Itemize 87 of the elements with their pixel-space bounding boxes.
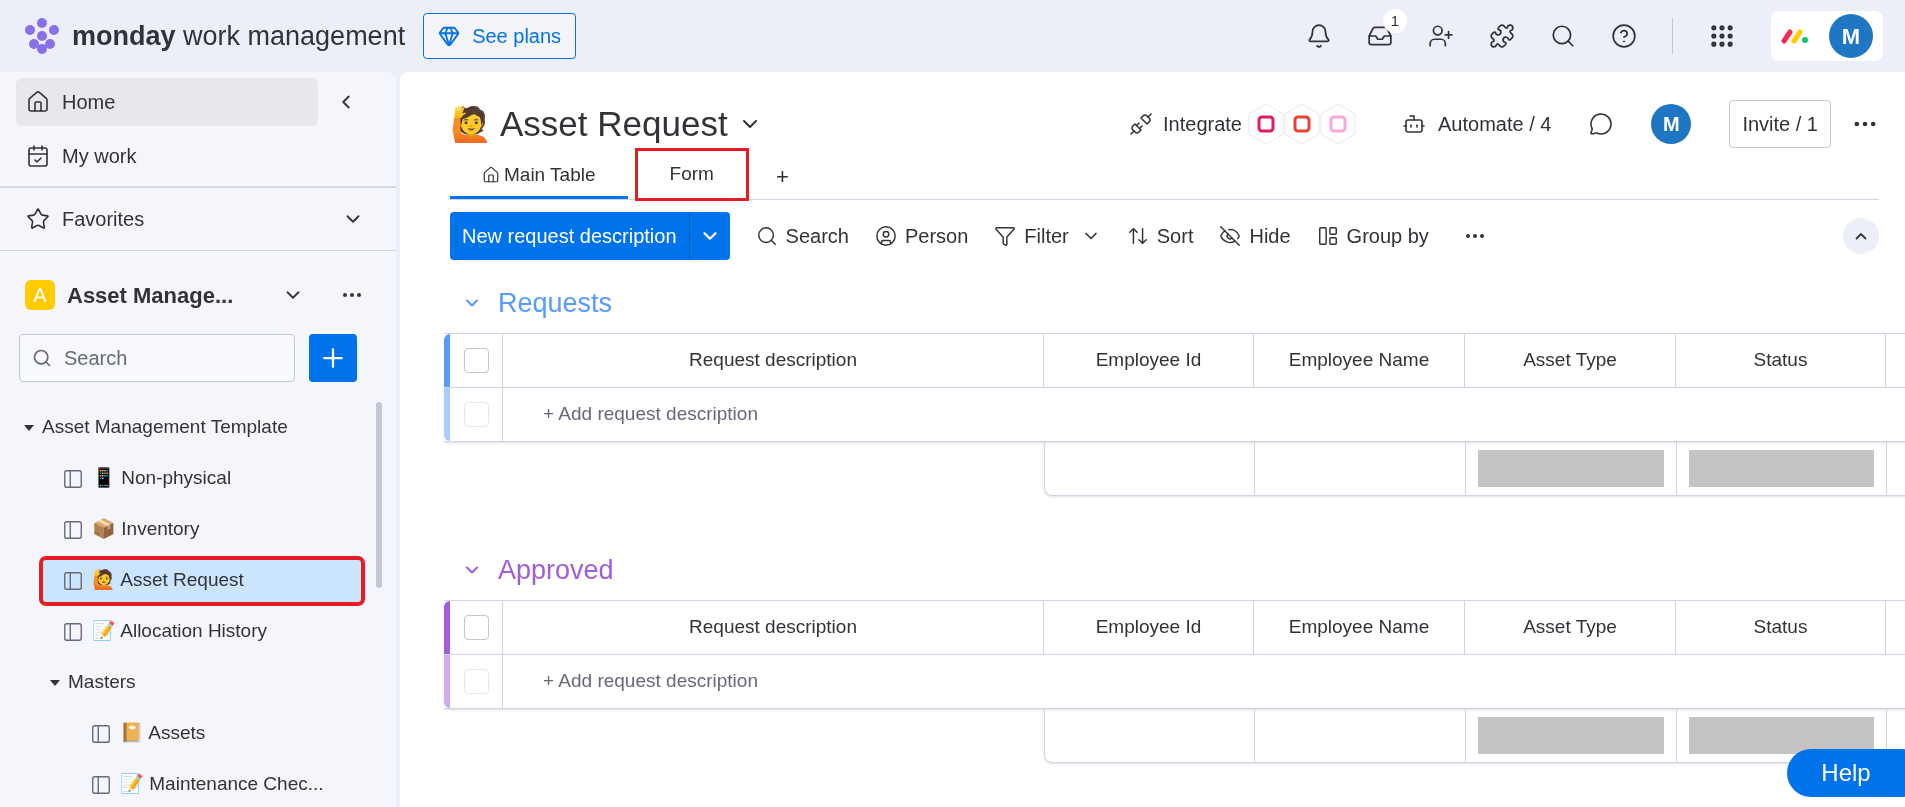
user-avatar[interactable]: M xyxy=(1651,104,1692,145)
column-header: Employee Name xyxy=(1254,601,1465,654)
search-icon xyxy=(32,348,52,369)
calendar-icon xyxy=(26,144,50,168)
search-icon[interactable] xyxy=(1550,23,1576,49)
search-icon xyxy=(755,225,778,248)
column-header: Status xyxy=(1676,601,1886,654)
eye-off-icon xyxy=(1219,225,1242,248)
favorites-label[interactable]: Favorites xyxy=(62,203,330,234)
nav-item[interactable]: My work xyxy=(16,132,318,180)
group-icon xyxy=(1316,225,1339,248)
checkbox[interactable] xyxy=(463,348,489,373)
board-item[interactable]: 📔 Assets xyxy=(70,711,362,756)
bell-icon[interactable] xyxy=(1306,23,1332,49)
puzzle-icon[interactable] xyxy=(1489,23,1515,49)
toolbar-button[interactable]: Group by xyxy=(1316,221,1429,252)
help-icon[interactable] xyxy=(1611,23,1637,49)
view-tab[interactable]: Main Table xyxy=(450,154,628,199)
column-header: Status xyxy=(1676,334,1886,387)
collapse-button[interactable] xyxy=(1843,218,1879,255)
brand-name: monday work management xyxy=(72,19,406,53)
toolbar-button[interactable]: Search xyxy=(755,221,849,252)
workspace-badge: A xyxy=(25,280,55,311)
nav-item[interactable]: Home xyxy=(16,78,318,126)
logo-icon[interactable] xyxy=(22,18,62,54)
board-icon xyxy=(90,773,112,796)
integrate-button[interactable]: Integrate xyxy=(1163,109,1242,140)
board-icon xyxy=(90,722,112,745)
app-icon xyxy=(1282,102,1322,147)
comment-icon[interactable] xyxy=(1589,112,1614,137)
folder-label[interactable]: Masters xyxy=(68,668,136,697)
board-icon xyxy=(62,620,84,643)
board-item[interactable]: 📦 Inventory xyxy=(42,507,362,552)
account-switcher[interactable]: M xyxy=(1771,11,1883,61)
add-button[interactable] xyxy=(309,334,357,383)
search-field[interactable]: Search xyxy=(19,334,295,383)
view-tab[interactable]: Form xyxy=(637,150,746,198)
monday-mark-icon xyxy=(1781,28,1809,44)
invite-icon[interactable] xyxy=(1428,23,1454,49)
board-item[interactable]: 🙋 Asset Request xyxy=(42,558,362,603)
board-item[interactable]: 📝 Maintenance Chec... xyxy=(70,762,362,807)
person-icon xyxy=(874,225,897,248)
diamond-icon xyxy=(438,25,461,47)
unplug-icon[interactable] xyxy=(1129,112,1154,137)
column-header: Request description xyxy=(503,601,1044,654)
inbox-icon[interactable] xyxy=(1367,23,1393,49)
notification-badge: 1 xyxy=(1383,9,1407,33)
toolbar-button[interactable]: Sort xyxy=(1126,221,1194,252)
toolbar-button[interactable]: Person xyxy=(874,221,969,252)
add-item-link[interactable]: + Add request description xyxy=(543,400,758,429)
app-icon xyxy=(1318,102,1358,147)
checkbox[interactable] xyxy=(463,615,489,640)
column-header: Request description xyxy=(503,334,1044,387)
column-header: Employee Id xyxy=(1044,601,1254,654)
help-button[interactable]: Help xyxy=(1787,749,1905,797)
board-icon xyxy=(62,467,84,490)
board-item[interactable]: 📝 Allocation History xyxy=(42,609,362,654)
automate-button[interactable]: Automate / 4 xyxy=(1438,109,1552,140)
folder-label[interactable]: Asset Management Template xyxy=(42,413,288,442)
star-icon xyxy=(26,206,50,231)
column-header: Employee Id xyxy=(1044,334,1254,387)
caret-icon[interactable] xyxy=(50,679,60,686)
home-icon xyxy=(26,90,50,114)
scrollbar[interactable] xyxy=(376,402,382,589)
board-icon xyxy=(62,518,84,541)
column-header: Asset Type xyxy=(1465,601,1676,654)
filter-icon xyxy=(994,225,1017,248)
app-icon xyxy=(1246,102,1286,147)
chevron-up-icon xyxy=(1855,232,1867,240)
group-title[interactable]: Approved xyxy=(498,549,614,591)
home-icon xyxy=(482,166,500,184)
user-avatar[interactable]: M xyxy=(1829,14,1873,58)
board-title[interactable]: Asset Request xyxy=(500,98,728,151)
add-view-button[interactable]: + xyxy=(755,154,809,199)
toolbar-button[interactable]: Hide xyxy=(1219,221,1291,252)
apps-grid-icon[interactable] xyxy=(1708,22,1736,50)
plans-button[interactable]: See plans xyxy=(423,13,577,59)
board-emoji: 🙋 xyxy=(450,103,492,145)
caret-icon[interactable] xyxy=(24,424,34,431)
column-header: Asset Type xyxy=(1465,334,1676,387)
workspace-name[interactable]: Asset Manage... xyxy=(67,278,270,312)
column-header: Employee Name xyxy=(1254,334,1465,387)
board-item[interactable]: 📱 Non-physical xyxy=(42,456,362,501)
board-icon xyxy=(62,569,84,592)
toolbar-button[interactable]: Filter xyxy=(994,221,1069,252)
add-item-link[interactable]: + Add request description xyxy=(543,667,758,696)
invite-button[interactable]: Invite / 1 xyxy=(1729,100,1831,149)
